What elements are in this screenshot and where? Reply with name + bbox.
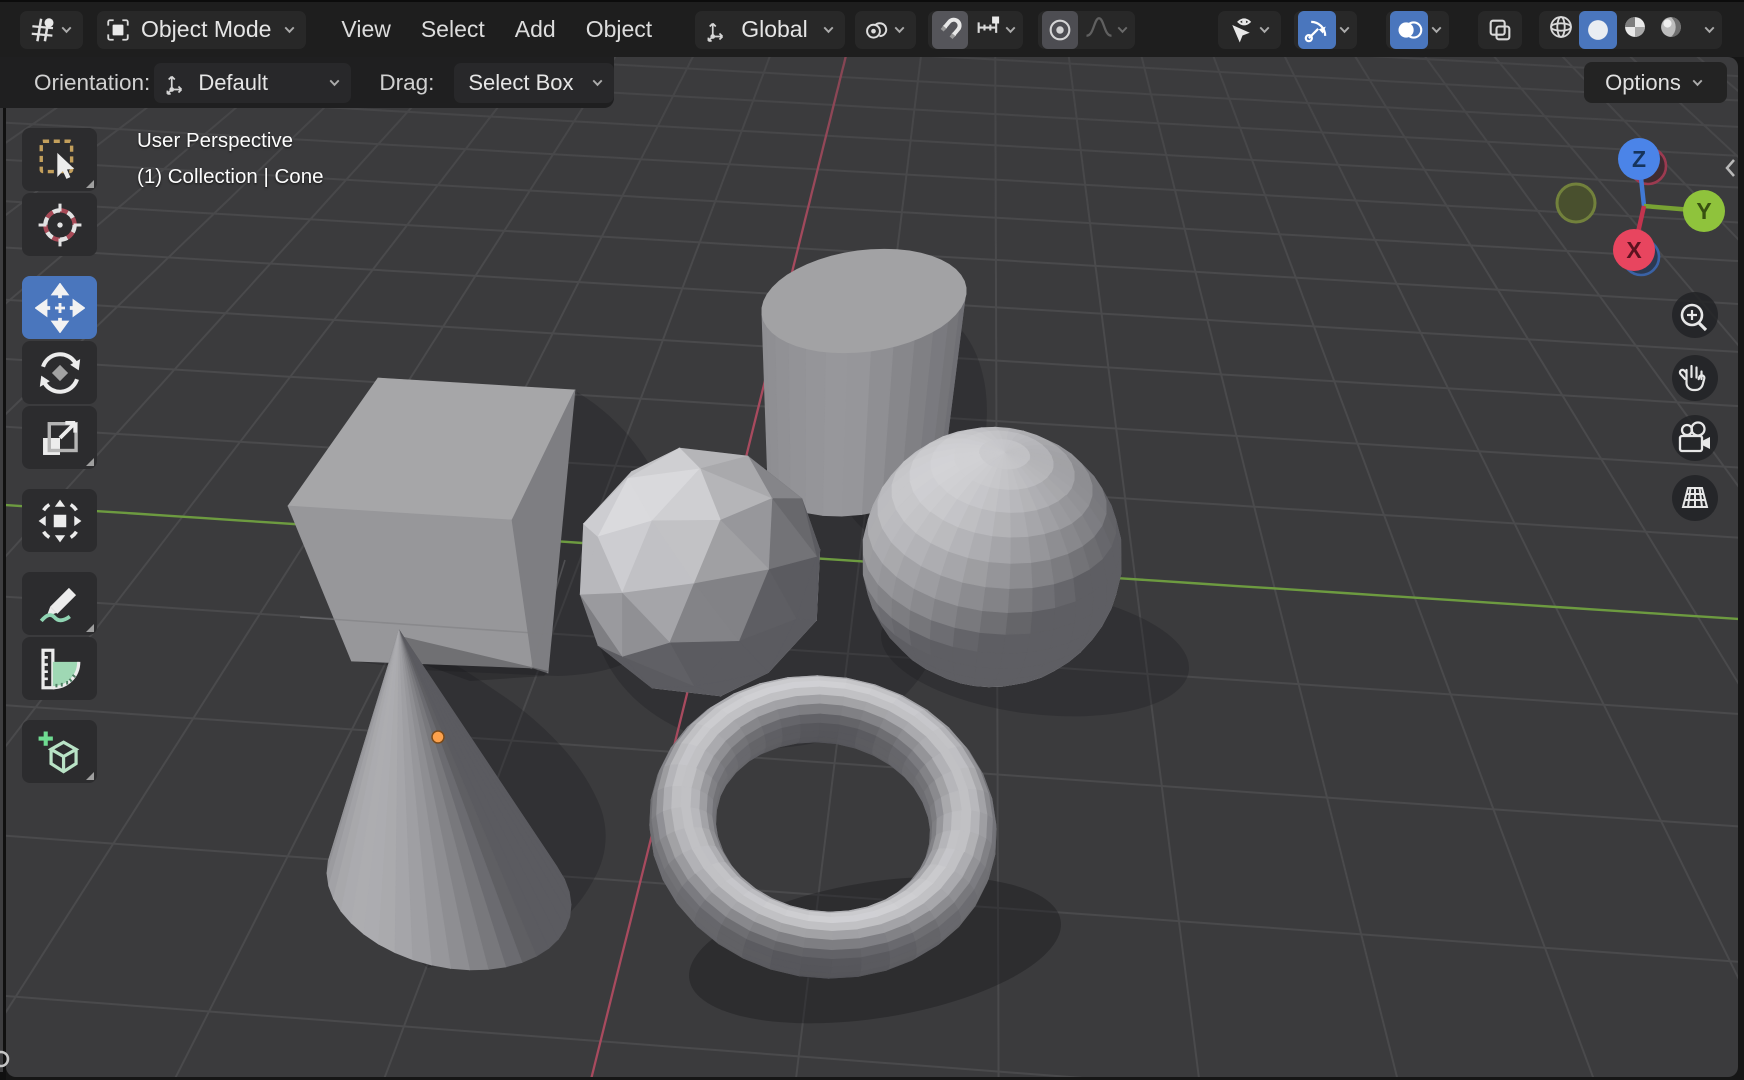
svg-text:Y: Y <box>1696 198 1711 224</box>
svg-text:X: X <box>1626 237 1642 263</box>
svg-text:Z: Z <box>1632 146 1646 172</box>
